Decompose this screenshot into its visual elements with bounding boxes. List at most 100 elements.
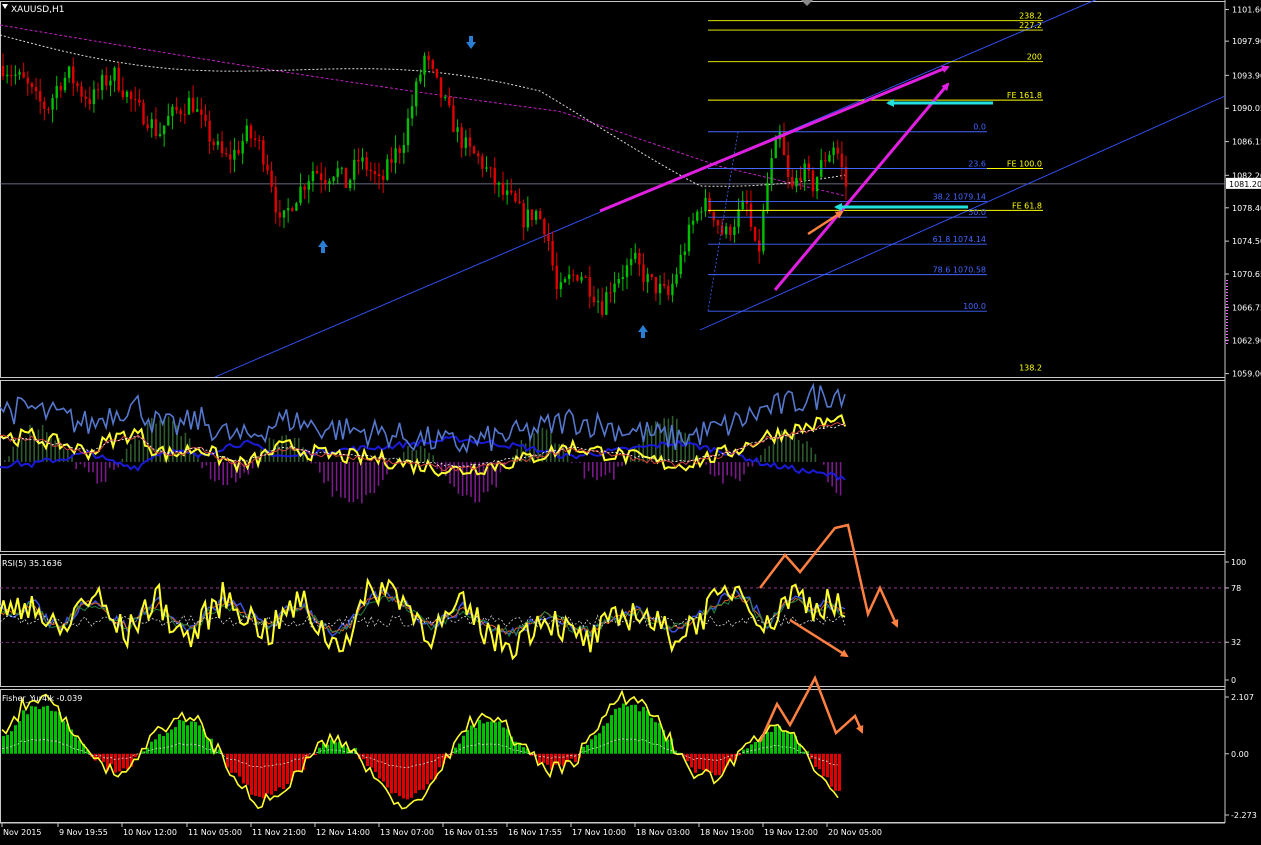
price-tick-label: 1062.90 bbox=[1232, 336, 1261, 345]
fisher-histogram-bar bbox=[498, 721, 501, 753]
candle-body bbox=[626, 265, 628, 277]
osc-histogram-bar bbox=[332, 462, 334, 497]
fisher-histogram-bar bbox=[438, 754, 441, 767]
candle-body bbox=[415, 82, 417, 107]
candle-body bbox=[241, 141, 243, 153]
candle bbox=[605, 286, 607, 315]
fisher-histogram-bar bbox=[30, 706, 33, 754]
osc-histogram-bar bbox=[374, 462, 376, 493]
osc-histogram-bar bbox=[378, 462, 380, 486]
trendline-lower bbox=[700, 96, 1225, 330]
osc-histogram-bar bbox=[827, 462, 829, 482]
price-tick-label: 1066.75 bbox=[1232, 303, 1261, 312]
fisher-histogram-bar bbox=[686, 754, 689, 761]
candle-body bbox=[56, 86, 58, 98]
fisher-histogram-bar bbox=[790, 732, 793, 754]
candle-body bbox=[737, 209, 739, 227]
candle bbox=[316, 165, 318, 174]
candle-body bbox=[126, 92, 128, 97]
osc-histogram-bar bbox=[50, 435, 52, 462]
chart-canvas[interactable]: 1101.601097.901093.901090.051086.151082.… bbox=[0, 0, 1261, 841]
candle-body bbox=[155, 119, 157, 136]
osc-histogram-bar bbox=[353, 462, 355, 502]
candle-body bbox=[101, 75, 103, 90]
candle-body bbox=[799, 178, 801, 181]
candle bbox=[415, 78, 417, 116]
osc-histogram-bar bbox=[609, 462, 611, 473]
osc-histogram-bar bbox=[25, 438, 27, 462]
osc-histogram-bar bbox=[403, 452, 405, 462]
candle-body bbox=[556, 266, 558, 289]
fisher-histogram-bar bbox=[194, 722, 197, 754]
candle-body bbox=[175, 107, 177, 111]
candle-body bbox=[225, 153, 227, 154]
candle-body bbox=[167, 116, 169, 125]
candle bbox=[655, 277, 657, 301]
osc-histogram-bar bbox=[101, 462, 103, 482]
osc-histogram-bar bbox=[449, 462, 451, 484]
price-tick-label: 1093.90 bbox=[1232, 71, 1261, 80]
osc-histogram-bar bbox=[361, 462, 363, 503]
fisher-histogram-bar bbox=[186, 725, 189, 753]
candle bbox=[646, 268, 648, 293]
time-tick-label: 12 Nov 14:00 bbox=[316, 828, 370, 837]
candle bbox=[832, 142, 834, 164]
fisher-histogram-bar bbox=[122, 754, 125, 769]
candle bbox=[266, 155, 268, 175]
candle bbox=[713, 211, 715, 227]
fisher-histogram-bar bbox=[838, 754, 841, 791]
candle bbox=[130, 90, 132, 112]
orange-zigzag-forecast bbox=[760, 525, 897, 626]
candle bbox=[725, 223, 727, 239]
candle bbox=[378, 163, 380, 190]
candle bbox=[308, 175, 310, 203]
candle bbox=[762, 204, 764, 255]
fisher-histogram-bar bbox=[398, 754, 401, 796]
candle-body bbox=[837, 148, 839, 154]
candle-body bbox=[378, 174, 380, 176]
candle bbox=[460, 123, 462, 158]
candle bbox=[667, 280, 669, 301]
fisher-histogram-bar bbox=[766, 732, 769, 754]
candle bbox=[613, 272, 615, 304]
candle-body bbox=[221, 141, 223, 153]
candle-body bbox=[386, 159, 388, 180]
osc-histogram-bar bbox=[739, 462, 741, 481]
osc-histogram-bar bbox=[96, 462, 98, 484]
fisher-histogram-bar bbox=[630, 705, 633, 754]
candle bbox=[527, 196, 529, 231]
fractal-up-icon bbox=[318, 240, 328, 253]
osc-histogram-bar bbox=[689, 437, 691, 462]
candle-body bbox=[361, 157, 363, 161]
candle bbox=[113, 66, 115, 92]
candle bbox=[688, 217, 690, 256]
candle-body bbox=[638, 253, 640, 265]
fisher-histogram-bar bbox=[410, 754, 413, 798]
candle bbox=[808, 156, 810, 179]
candle-body bbox=[93, 89, 95, 104]
candle bbox=[345, 168, 347, 188]
chart-title-label: XAUUSD,H1 bbox=[11, 5, 65, 15]
fisher-histogram-bar bbox=[542, 754, 545, 763]
fib-expansion-label: 227.2 bbox=[1019, 21, 1042, 30]
fisher-histogram-bar bbox=[430, 754, 433, 780]
candle bbox=[543, 218, 545, 243]
candle bbox=[432, 59, 434, 73]
candle bbox=[572, 269, 574, 282]
candle-body bbox=[72, 66, 74, 83]
osc-histogram-bar bbox=[735, 462, 737, 479]
candle bbox=[76, 81, 78, 92]
fisher-histogram-bar bbox=[62, 721, 65, 754]
candle-body bbox=[729, 227, 731, 235]
fisher-histogram-bar bbox=[646, 710, 649, 753]
candle bbox=[436, 69, 438, 79]
candle-body bbox=[597, 301, 599, 302]
candle-body bbox=[514, 193, 516, 202]
fisher-histogram-bar bbox=[174, 727, 177, 754]
candle-body bbox=[31, 83, 33, 87]
candle bbox=[783, 123, 785, 156]
fisher-histogram-bar bbox=[814, 754, 817, 767]
fisher-histogram-bar bbox=[154, 739, 157, 753]
osc-histogram-bar bbox=[613, 462, 615, 480]
candle-body bbox=[138, 99, 140, 102]
